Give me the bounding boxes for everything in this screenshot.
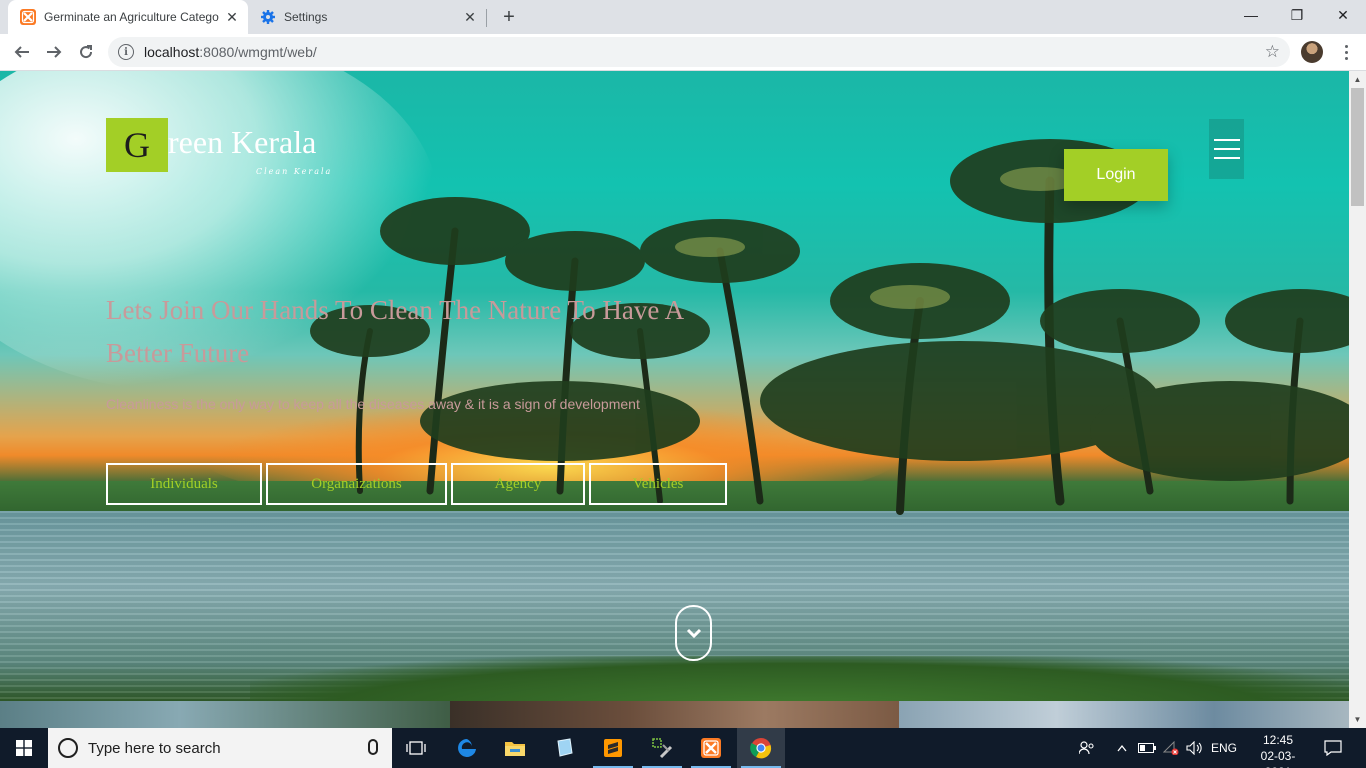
organizations-button[interactable]: Organaizations [266, 463, 447, 505]
file-explorer-icon[interactable] [491, 728, 539, 768]
vehicles-button[interactable]: Vehicles [589, 463, 727, 505]
logo-text: reen Kerala [168, 124, 317, 160]
tab-title: Settings [284, 10, 328, 24]
tab-strip: Germinate an Agriculture Catego ✕ Settin… [0, 0, 1366, 34]
gallery-image-2 [450, 701, 899, 728]
close-tab-icon[interactable]: ✕ [222, 7, 242, 27]
cortana-icon [58, 738, 78, 758]
hero-subline: Cleanliness is the only way to keep all … [106, 396, 640, 412]
agency-button[interactable]: Agency [451, 463, 585, 505]
speaker-icon[interactable] [1184, 728, 1206, 768]
page-viewport: G reen Kerala Clean Kerala Login Lets Jo… [0, 71, 1366, 728]
notification-icon[interactable] [1318, 728, 1348, 768]
xampp-icon [20, 9, 36, 25]
tab-separator [486, 9, 487, 27]
clock-time: 12:45 [1262, 733, 1294, 747]
task-view-icon[interactable] [392, 728, 440, 768]
taskbar: Type here to search ENG 12:45 02-03- [0, 728, 1366, 768]
address-bar[interactable]: i localhost:8080/wmgmt/web/ ☆ [108, 37, 1290, 67]
logo-letter: G [106, 118, 168, 172]
chrome-menu-icon[interactable] [1338, 40, 1354, 64]
browser-toolbar: i localhost:8080/wmgmt/web/ ☆ [0, 34, 1366, 71]
hero-headline: Lets Join Our Hands To Clean The Nature … [106, 295, 683, 368]
individuals-button[interactable]: Individuals [106, 463, 262, 505]
profile-avatar[interactable] [1301, 41, 1323, 63]
gear-icon [260, 9, 276, 25]
gallery-image-1 [0, 701, 450, 728]
clock-date: 02-03-2021 [1260, 749, 1296, 768]
sublime-text-icon[interactable] [589, 728, 637, 768]
search-placeholder: Type here to search [88, 739, 221, 757]
windows-start-icon[interactable] [0, 728, 48, 768]
new-tab-icon[interactable]: + [497, 5, 521, 29]
battery-icon[interactable] [1136, 728, 1158, 768]
close-window-icon[interactable]: ✕ [1320, 0, 1366, 30]
hamburger-menu-icon[interactable] [1209, 119, 1244, 179]
network-disconnected-icon[interactable] [1160, 728, 1182, 768]
forward-icon[interactable] [40, 38, 68, 66]
taskbar-search[interactable]: Type here to search [48, 728, 392, 768]
tab-title: Germinate an Agriculture Catego [44, 10, 219, 24]
tab-germinate[interactable]: Germinate an Agriculture Catego ✕ [8, 0, 248, 34]
site-logo[interactable]: G reen Kerala Clean Kerala [106, 118, 330, 178]
reload-icon[interactable] [72, 38, 100, 66]
xampp-taskbar-icon[interactable] [687, 728, 735, 768]
scrollbar-thumb[interactable] [1351, 88, 1364, 206]
language-indicator[interactable]: ENG [1208, 728, 1240, 768]
site-info-icon[interactable]: i [118, 44, 134, 60]
hero-banner: G reen Kerala Clean Kerala Login Lets Jo… [0, 71, 1349, 701]
tab-settings[interactable]: Settings ✕ [248, 0, 486, 34]
notepad-icon[interactable] [540, 728, 588, 768]
url-text: localhost:8080/wmgmt/web/ [144, 44, 317, 60]
vertical-scrollbar[interactable]: ▲ ▼ [1349, 71, 1366, 728]
build-tools-icon[interactable] [638, 728, 686, 768]
people-icon[interactable] [1074, 728, 1100, 768]
close-tab-icon[interactable]: ✕ [460, 7, 480, 27]
show-hidden-icons-chevron[interactable] [1112, 728, 1132, 768]
back-icon[interactable] [8, 38, 36, 66]
scroll-down-button[interactable] [675, 605, 712, 661]
logo-tagline: Clean Kerala [256, 167, 333, 176]
chrome-icon[interactable] [737, 728, 785, 768]
restore-icon[interactable]: ❐ [1274, 0, 1320, 30]
login-button[interactable]: Login [1064, 149, 1168, 201]
gallery-image-3 [899, 701, 1349, 728]
edge-icon[interactable] [443, 728, 491, 768]
scroll-up-arrow[interactable]: ▲ [1349, 71, 1366, 88]
bookmark-star-icon[interactable]: ☆ [1265, 42, 1280, 62]
taskbar-clock[interactable]: 12:45 02-03-2021 [1252, 732, 1304, 768]
minimize-icon[interactable]: — [1228, 0, 1274, 30]
scroll-down-arrow[interactable]: ▼ [1349, 711, 1366, 728]
microphone-icon[interactable] [368, 739, 378, 755]
chevron-down-icon [686, 628, 701, 639]
